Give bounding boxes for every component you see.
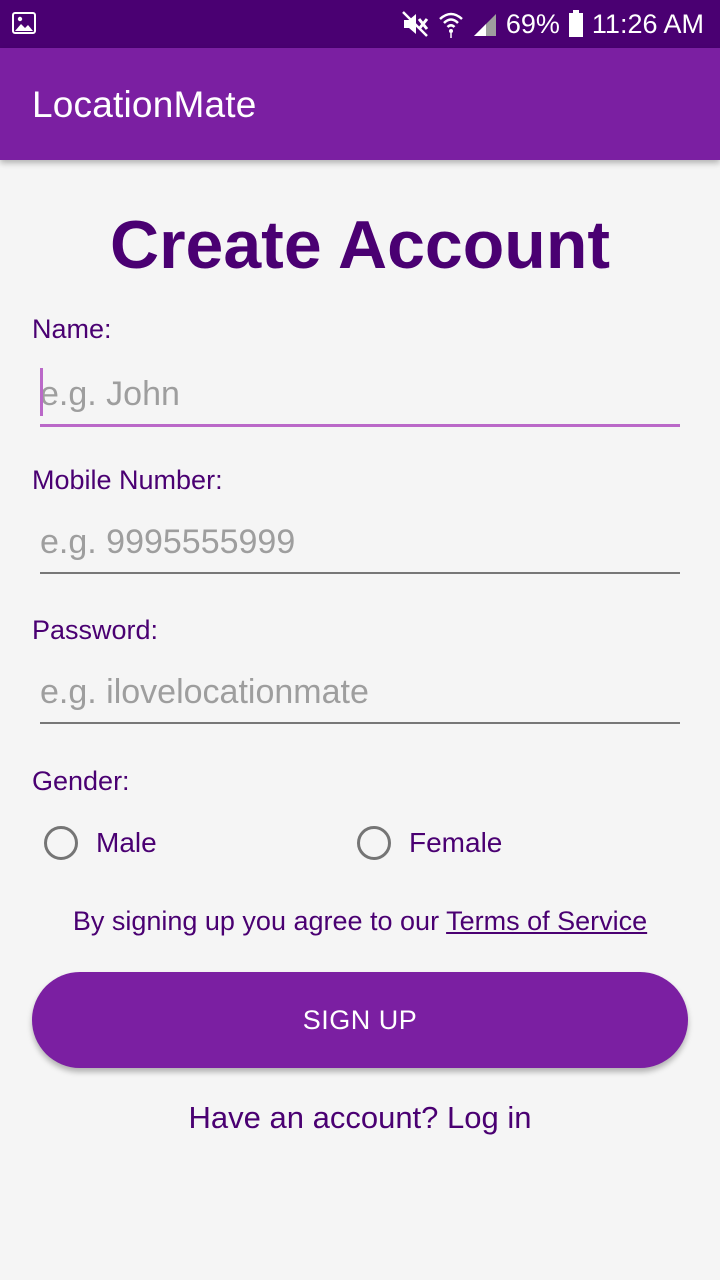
terms-prefix: By signing up you agree to our [72,906,447,936]
status-icons: 69% 11:26 AM [400,0,704,48]
battery-icon [568,10,583,37]
name-input[interactable] [40,364,680,427]
mobile-number-label: Mobile Number: [32,465,223,495]
radio-male-label: Male [96,827,157,858]
terms-text: By signing up you agree to our Terms of … [0,906,720,937]
gallery-icon [12,12,36,34]
text-cursor [40,368,43,416]
signal-icon [473,14,496,36]
sign-up-button[interactable]: SIGN UP [32,972,688,1068]
app-bar: LocationMate [0,48,720,160]
radio-male[interactable]: Male [44,826,157,860]
app-title: LocationMate [32,84,257,125]
radio-female-circle[interactable] [357,826,391,860]
terms-of-service-link[interactable]: Terms of Service [446,906,647,936]
status-bar: 69% 11:26 AM [0,0,720,48]
radio-female[interactable]: Female [357,826,502,860]
gender-label: Gender: [32,766,130,796]
wifi-icon [439,12,463,38]
mute-icon [401,11,429,37]
page-title: Create Account [109,207,611,283]
status-time: 11:26 AM [591,8,704,39]
name-label: Name: [32,314,112,344]
password-input[interactable] [40,662,680,724]
login-link[interactable]: Have an account? Log in [0,1100,720,1136]
radio-female-label: Female [409,827,503,858]
password-label: Password: [32,615,159,645]
battery-percent: 69% [505,8,560,39]
mobile-number-input[interactable] [40,512,680,574]
radio-male-circle[interactable] [44,826,78,860]
